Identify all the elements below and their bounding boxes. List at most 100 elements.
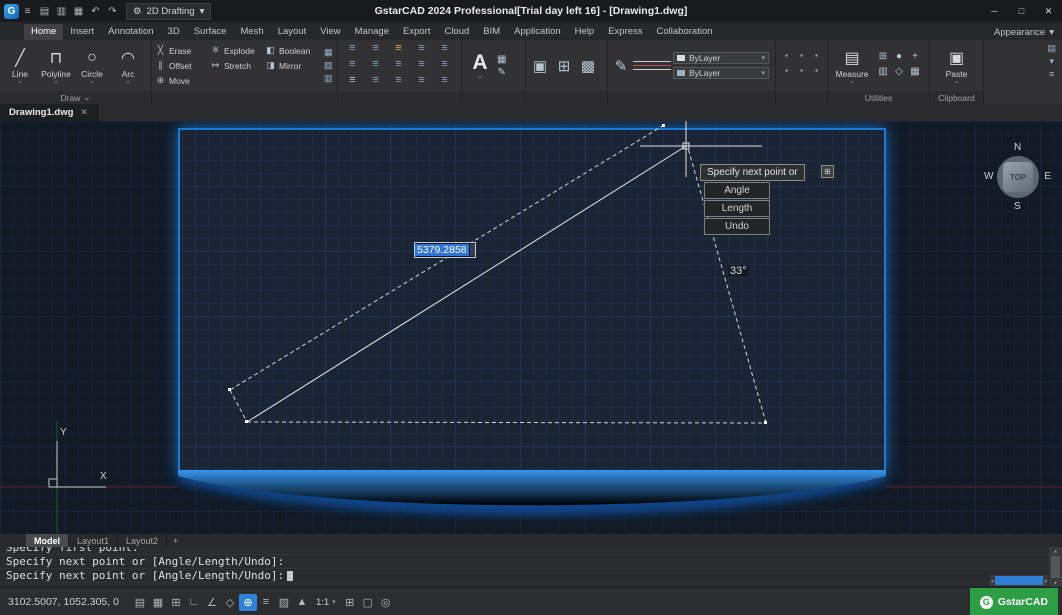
mirror-button[interactable]: ◨Mirror xyxy=(265,58,320,73)
drawing-canvas[interactable]: Y X 5379.2858 Specify next point or ⊞ An… xyxy=(0,121,1062,533)
text-button[interactable]: A ⌄ xyxy=(465,52,495,80)
layer-tool-icon[interactable]: ≡ xyxy=(364,74,387,90)
utilities-panel-label[interactable]: Utilities xyxy=(828,91,929,104)
array-icon[interactable]: ▦ xyxy=(324,47,333,58)
dimension-icon[interactable]: ✎ xyxy=(498,67,506,78)
quick-select-icon[interactable]: ⊞ xyxy=(875,51,891,66)
insert-block-icon[interactable]: ▣ xyxy=(529,57,551,75)
save-icon[interactable]: ▤ xyxy=(36,3,53,19)
compass-south[interactable]: S xyxy=(1014,201,1021,212)
menu-item-length[interactable]: Length xyxy=(704,200,770,217)
tab-insert[interactable]: Insert xyxy=(63,24,101,40)
area-icon[interactable]: ▦ xyxy=(907,66,923,81)
id-point-icon[interactable]: + xyxy=(907,51,923,66)
annotation-visibility-icon[interactable]: ▲ xyxy=(293,594,311,611)
explode-button[interactable]: ※Explode xyxy=(210,43,265,58)
ortho-toggle-icon[interactable]: ∟ xyxy=(185,594,203,611)
layer-tool-icon[interactable]: ≡ xyxy=(387,42,410,58)
layer-tool-icon[interactable]: ≡ xyxy=(341,58,364,74)
match-properties-icon[interactable]: ✎ xyxy=(611,57,631,75)
group-icon[interactable]: ▪ xyxy=(779,66,794,81)
osnap-toggle-icon[interactable]: ◇ xyxy=(221,594,239,611)
tab-model[interactable]: Model xyxy=(26,534,69,547)
point-icon[interactable]: ● xyxy=(891,51,907,66)
erase-button[interactable]: ╳Erase xyxy=(155,43,210,58)
appearance-dropdown[interactable]: Appearance ▾ xyxy=(986,27,1062,40)
layer-tool-icon[interactable]: ≡ xyxy=(433,74,456,90)
table-icon[interactable]: ▦ xyxy=(497,54,506,65)
compass-east[interactable]: E xyxy=(1044,171,1051,182)
command-hscrollbar[interactable]: ◂ ▸ xyxy=(990,575,1048,586)
app-logo-icon[interactable]: G xyxy=(4,4,19,19)
layer-tool-icon[interactable]: ≡ xyxy=(410,58,433,74)
quick-calc-icon[interactable]: ▥ xyxy=(875,66,891,81)
tab-cloud[interactable]: Cloud xyxy=(437,24,476,40)
annotation-scale-dropdown[interactable]: 1:1 ▾ xyxy=(311,597,341,608)
offset-button[interactable]: ∥Offset xyxy=(155,58,210,73)
group-icon[interactable]: ▪ xyxy=(794,51,809,66)
scroll-thumb[interactable] xyxy=(1051,556,1060,578)
document-tab-drawing1[interactable]: Drawing1.dwg ✕ xyxy=(0,104,98,121)
tab-help[interactable]: Help xyxy=(568,24,602,40)
menu-icon[interactable]: ≡ xyxy=(19,3,36,19)
paste-button[interactable]: ▣ Paste ⌄ xyxy=(938,47,976,85)
layer-tool-icon[interactable]: ≡ xyxy=(433,58,456,74)
tab-annotation[interactable]: Annotation xyxy=(101,24,160,40)
tab-layout[interactable]: Layout xyxy=(271,24,314,40)
command-prompt-line[interactable]: Specify next point or [Angle/Length/Undo… xyxy=(0,569,1062,583)
group-icon[interactable]: ▪ xyxy=(809,66,824,81)
tab-view[interactable]: View xyxy=(313,24,347,40)
linetype-bylayer-dropdown[interactable]: ByLayer ▾ xyxy=(673,67,769,79)
tab-3d[interactable]: 3D xyxy=(161,24,187,40)
layer-tool-icon[interactable]: ≡ xyxy=(341,74,364,90)
tab-export[interactable]: Export xyxy=(396,24,437,40)
scroll-left-icon[interactable]: ◂ xyxy=(990,577,994,585)
close-button[interactable]: ✕ xyxy=(1035,0,1062,22)
grid-toggle-icon[interactable]: ▦ xyxy=(149,594,167,611)
move-button[interactable]: ⊕Move xyxy=(155,73,210,88)
layer-tool-icon[interactable]: ≡ xyxy=(387,74,410,90)
redo-icon[interactable]: ↷ xyxy=(104,3,121,19)
tab-layout2[interactable]: Layout2 xyxy=(118,534,167,547)
clipboard-panel-label[interactable]: Clipboard xyxy=(930,91,983,104)
draw-panel-label[interactable]: Draw ⌄ xyxy=(0,91,151,104)
circle-button[interactable]: ○ Circle ⌄ xyxy=(75,47,109,85)
layer-tool-icon[interactable]: ≡ xyxy=(410,42,433,58)
dynamic-input-field[interactable]: 5379.2858 xyxy=(414,242,476,258)
polar-toggle-icon[interactable]: ∠ xyxy=(203,594,221,611)
isolate-objects-icon[interactable]: ◎ xyxy=(377,594,395,611)
distance-icon[interactable]: ◇ xyxy=(891,66,907,81)
layer-tool-icon[interactable]: ≡ xyxy=(341,42,364,58)
arc-button[interactable]: ◠ Arc ⌄ xyxy=(111,47,145,85)
add-layout-button[interactable]: + xyxy=(167,534,184,547)
compass-west[interactable]: W xyxy=(984,171,993,182)
menu-item-angle[interactable]: Angle xyxy=(704,182,770,199)
undo-icon[interactable]: ↶ xyxy=(87,3,104,19)
compass-north[interactable]: N xyxy=(1014,142,1021,153)
clean-screen-icon[interactable]: ▢ xyxy=(359,594,377,611)
ribbon-overflow[interactable]: ▤ ▾ ≡ xyxy=(1047,40,1062,104)
measure-button[interactable]: ▤ Measure ⌄ xyxy=(831,47,873,85)
group-icon[interactable]: ▪ xyxy=(809,51,824,66)
minimize-button[interactable]: ─ xyxy=(981,0,1008,22)
create-block-icon[interactable]: ⊞ xyxy=(553,57,575,75)
command-line-window[interactable]: Specify first point: Specify next point … xyxy=(0,547,1062,587)
scroll-down-icon[interactable]: ▾ xyxy=(1053,579,1057,587)
workspace-switch-icon[interactable]: ⊞ xyxy=(341,594,359,611)
layer-tool-icon[interactable]: ≡ xyxy=(387,58,410,74)
tab-home[interactable]: Home xyxy=(24,24,63,40)
tab-layout1[interactable]: Layout1 xyxy=(69,534,118,547)
layer-tool-icon[interactable]: ≡ xyxy=(410,74,433,90)
tab-express[interactable]: Express xyxy=(601,24,649,40)
tab-bim[interactable]: BIM xyxy=(476,24,507,40)
tab-manage[interactable]: Manage xyxy=(348,24,396,40)
tab-mesh[interactable]: Mesh xyxy=(233,24,270,40)
layer-tool-icon[interactable]: ≡ xyxy=(364,58,387,74)
layer-tool-icon[interactable]: ≡ xyxy=(433,42,456,58)
compass-top-face[interactable]: TOP xyxy=(1003,162,1033,192)
tab-application[interactable]: Application xyxy=(507,24,567,40)
gstarcad-account-button[interactable]: G GstarCAD xyxy=(970,588,1058,615)
view-compass[interactable]: N W E S TOP xyxy=(984,143,1052,211)
scroll-thumb[interactable] xyxy=(995,576,1043,585)
dynamic-input-toggle-icon[interactable]: ⊕ xyxy=(239,594,257,611)
